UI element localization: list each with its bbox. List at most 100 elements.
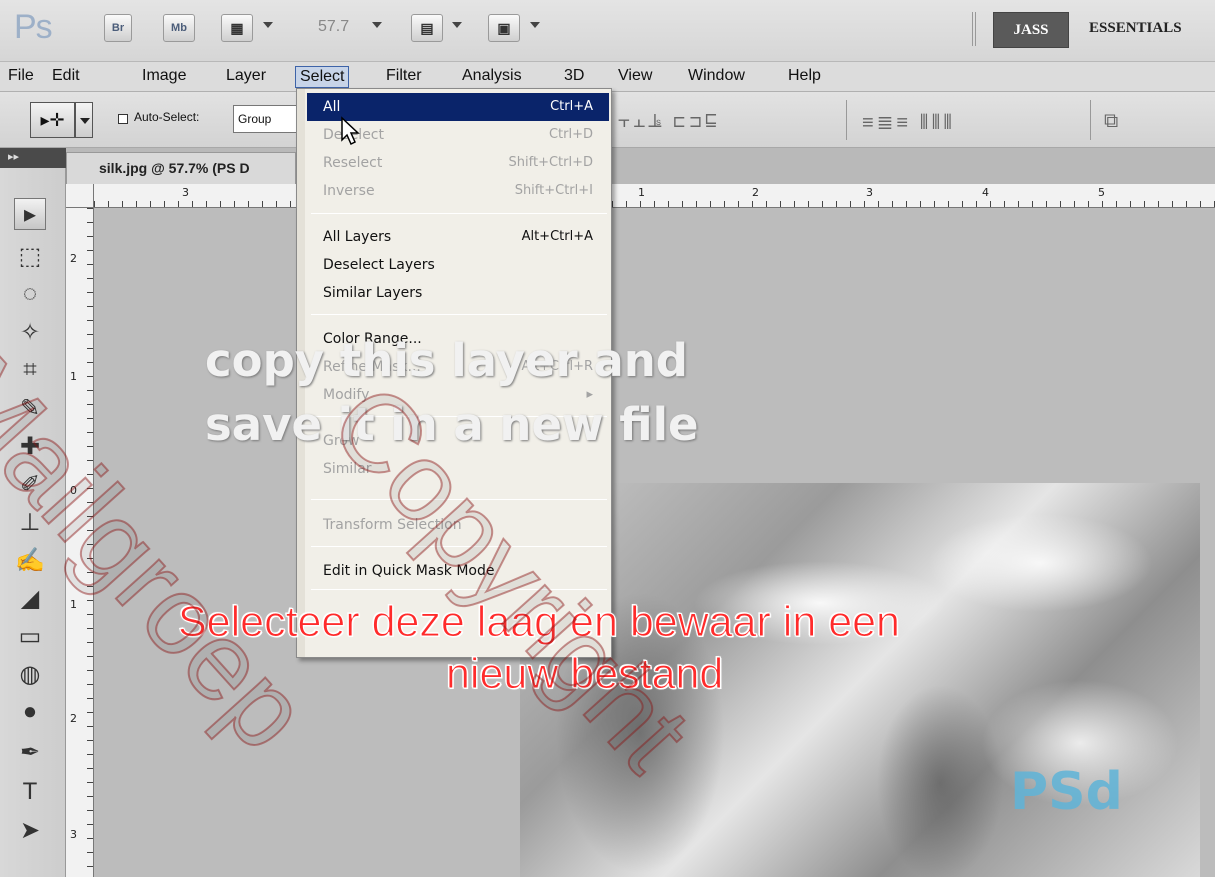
crop-tool-icon[interactable]: ⌗ bbox=[14, 354, 46, 386]
document-tab[interactable]: silk.jpg @ 57.7% (PS D bbox=[66, 152, 296, 184]
options-separator bbox=[846, 100, 847, 140]
auto-select-label: Auto-Select: bbox=[134, 110, 200, 124]
blur-tool-icon[interactable]: ◍ bbox=[14, 658, 46, 690]
chevron-down-icon[interactable] bbox=[530, 22, 540, 28]
menu-item-reselect[interactable]: Reselect Shift+Ctrl+D bbox=[307, 149, 609, 177]
screen-mode-icon: ▣ bbox=[497, 19, 511, 36]
auto-select-dropdown[interactable]: Group bbox=[233, 105, 299, 133]
dodge-tool-icon[interactable]: ● bbox=[14, 696, 46, 728]
menu-file[interactable]: File bbox=[4, 66, 38, 86]
options-separator bbox=[1090, 100, 1091, 140]
menu-item-transform-selection[interactable]: Transform Selection bbox=[307, 511, 609, 539]
tools-panel-grip[interactable]: ▸▸ bbox=[0, 148, 66, 168]
menu-filter[interactable]: Filter bbox=[382, 66, 426, 86]
move-tool-icon[interactable]: ▸ bbox=[14, 198, 46, 230]
ruler-label: 3 bbox=[866, 186, 873, 199]
menu-item-shortcut: Shift+Ctrl+I bbox=[514, 183, 593, 198]
menu-layer[interactable]: Layer bbox=[222, 66, 270, 86]
mini-bridge-button[interactable]: Mb bbox=[163, 14, 195, 42]
ruler-label: 1 bbox=[70, 598, 77, 611]
path-selection-tool-icon[interactable]: ➤ bbox=[14, 814, 46, 846]
menu-separator bbox=[311, 589, 607, 590]
tool-preset-picker[interactable]: ▸✛ bbox=[30, 102, 75, 138]
tool-preset-dropdown[interactable] bbox=[75, 102, 93, 138]
pen-tool-icon[interactable]: ✒ bbox=[14, 736, 46, 768]
mouse-cursor-icon bbox=[341, 116, 360, 146]
ruler-label: 2 bbox=[70, 252, 77, 265]
zoom-level[interactable]: 57.7 bbox=[318, 18, 349, 36]
menu-3d[interactable]: 3D bbox=[560, 66, 588, 86]
menu-item-deselect-layers[interactable]: Deselect Layers bbox=[307, 251, 609, 279]
menu-select[interactable]: Select bbox=[295, 66, 350, 88]
healing-brush-tool-icon[interactable]: ✚ bbox=[14, 430, 46, 462]
menu-item-label: Inverse bbox=[323, 183, 375, 199]
marquee-tool-icon[interactable]: ⬚ bbox=[14, 240, 46, 272]
menu-edit[interactable]: Edit bbox=[48, 66, 84, 86]
menu-item-shortcut: Shift+Ctrl+D bbox=[508, 155, 593, 170]
gradient-tool-icon[interactable]: ▭ bbox=[14, 620, 46, 652]
workspace-essentials-button[interactable]: ESSENTIALS bbox=[1089, 20, 1182, 37]
quick-selection-tool-icon[interactable]: ✧ bbox=[14, 316, 46, 348]
caption-dutch-line1: Selecteer deze laag en bewaar in een bbox=[178, 598, 901, 647]
ruler-label: 2 bbox=[70, 712, 77, 725]
history-brush-tool-icon[interactable]: ✍ bbox=[14, 544, 46, 576]
caption-english-line1: copy this layer and bbox=[205, 334, 688, 387]
menu-item-similar[interactable]: Similar bbox=[307, 455, 609, 483]
menu-item-similar-layers[interactable]: Similar Layers bbox=[307, 279, 609, 307]
menu-separator bbox=[311, 499, 607, 500]
guides-icon: ▦ bbox=[230, 19, 244, 36]
menu-item-label: Similar bbox=[323, 461, 372, 477]
clone-stamp-tool-icon[interactable]: ⊥ bbox=[14, 506, 46, 538]
ruler-origin[interactable] bbox=[66, 184, 94, 208]
chevron-down-icon[interactable] bbox=[263, 22, 273, 28]
menu-item-inverse[interactable]: Inverse Shift+Ctrl+I bbox=[307, 177, 609, 205]
eyedropper-tool-icon[interactable]: ✎ bbox=[14, 392, 46, 424]
workspace-divider bbox=[972, 12, 976, 46]
application-bar: Ps Br Mb ▦ 57.7 ▤ ▣ JASS ESSENTIALS bbox=[0, 0, 1215, 62]
menu-item-shortcut: Alt+Ctrl+A bbox=[521, 229, 593, 244]
ruler-label: 3 bbox=[182, 186, 189, 199]
ruler-label: 5 bbox=[1098, 186, 1105, 199]
move-tool-icon: ▸✛ bbox=[40, 109, 65, 130]
chevron-down-icon[interactable] bbox=[452, 22, 462, 28]
auto-select-checkbox[interactable] bbox=[118, 114, 128, 124]
screen-mode-button[interactable]: ▣ bbox=[488, 14, 520, 42]
vertical-ruler[interactable] bbox=[66, 208, 94, 877]
ruler-label: 1 bbox=[70, 370, 77, 383]
menu-separator bbox=[311, 213, 607, 214]
arrange-documents-button[interactable]: ▤ bbox=[411, 14, 443, 42]
menu-item-label: Edit in Quick Mask Mode bbox=[323, 563, 495, 579]
auto-align-icon[interactable]: ⧉ bbox=[1104, 110, 1121, 133]
caption-english-line2: save it in a new file bbox=[205, 398, 699, 451]
workspace-jass-button[interactable]: JASS bbox=[993, 12, 1069, 48]
menu-separator bbox=[311, 314, 607, 315]
menu-item-label: Reselect bbox=[323, 155, 383, 171]
arrange-icon: ▤ bbox=[420, 19, 434, 36]
menu-analysis[interactable]: Analysis bbox=[458, 66, 526, 86]
ruler-label: 1 bbox=[638, 186, 645, 199]
align-icons[interactable]: ⫟⫠⫡ ⊏⊐⊑ bbox=[618, 110, 720, 133]
caption-dutch-line2: nieuw bestand bbox=[445, 650, 724, 699]
menu-help[interactable]: Help bbox=[784, 66, 825, 86]
ruler-label: 2 bbox=[752, 186, 759, 199]
menu-item-quick-mask[interactable]: Edit in Quick Mask Mode bbox=[307, 557, 609, 585]
menu-window[interactable]: Window bbox=[684, 66, 749, 86]
menu-image[interactable]: Image bbox=[138, 66, 190, 86]
document-tab-strip: silk.jpg @ 57.7% (PS D bbox=[66, 148, 1215, 184]
menu-item-label: Transform Selection bbox=[323, 517, 462, 533]
distribute-icons[interactable]: ≡≣≡ ⦀⦀⦀ bbox=[862, 110, 955, 135]
ruler-label: 0 bbox=[70, 484, 77, 497]
collapse-icon[interactable]: ▸▸ bbox=[8, 150, 19, 163]
menu-item-label: Similar Layers bbox=[323, 285, 423, 301]
menu-item-all-layers[interactable]: All Layers Alt+Ctrl+A bbox=[307, 223, 609, 251]
brush-tool-icon[interactable]: ✐ bbox=[14, 468, 46, 500]
menu-view[interactable]: View bbox=[614, 66, 656, 86]
bridge-button[interactable]: Br bbox=[104, 14, 132, 42]
chevron-down-icon[interactable] bbox=[372, 22, 382, 28]
lasso-tool-icon[interactable]: ◌ bbox=[14, 278, 46, 310]
menu-item-label: All bbox=[323, 99, 341, 115]
horizontal-ruler[interactable] bbox=[94, 184, 1215, 208]
view-extras-button[interactable]: ▦ bbox=[221, 14, 253, 42]
eraser-tool-icon[interactable]: ◢ bbox=[14, 582, 46, 614]
type-tool-icon[interactable]: T bbox=[14, 776, 46, 808]
